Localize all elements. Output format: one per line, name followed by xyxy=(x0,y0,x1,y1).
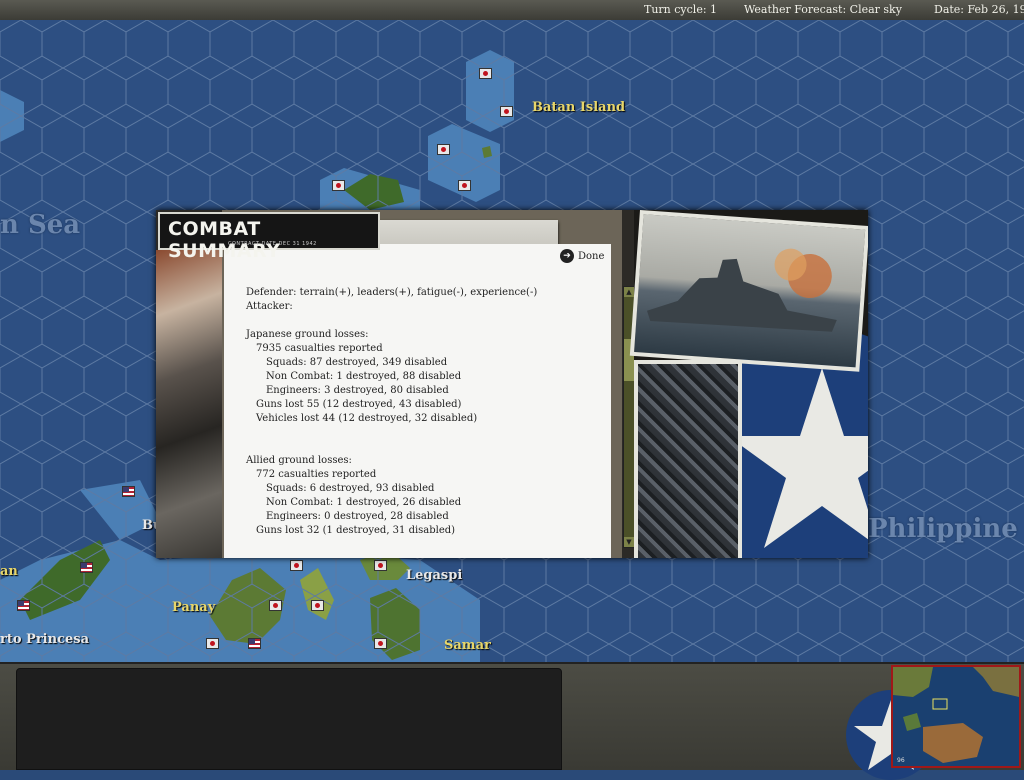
left-photo-collage xyxy=(156,250,222,558)
japanese-casualties: 7935 casualties reported xyxy=(256,343,383,354)
allied-engineers: Engineers: 0 destroyed, 28 disabled xyxy=(266,511,449,522)
weather-forecast: Weather Forecast: Clear sky xyxy=(744,3,902,16)
japanese-unit-flag[interactable] xyxy=(332,180,345,191)
allied-squads: Squads: 6 destroyed, 93 disabled xyxy=(266,483,435,494)
bottom-panel: 96 xyxy=(0,662,1024,780)
scroll-up-arrow-icon[interactable]: ▲ xyxy=(624,287,634,297)
allied-losses-heading: Allied ground losses: xyxy=(246,455,352,466)
allied-non-combat: Non Combat: 1 destroyed, 26 disabled xyxy=(266,497,462,508)
dialog-subtitle: CONTRACT DATE DEC 31 1942 xyxy=(228,241,317,247)
game-date: Date: Feb 26, 1942 xyxy=(934,3,1024,16)
japanese-unit-flag[interactable] xyxy=(500,106,513,117)
place-philippine: Philippine xyxy=(868,514,1018,544)
right-photo-collage xyxy=(629,210,868,558)
japanese-unit-flag[interactable] xyxy=(311,600,324,611)
japanese-unit-flag[interactable] xyxy=(374,638,387,649)
allied-casualties: 772 casualties reported xyxy=(256,469,377,480)
message-box xyxy=(16,668,562,770)
place-batan-island[interactable]: Batan Island xyxy=(532,100,625,115)
japanese-squads: Squads: 87 destroyed, 349 disabled xyxy=(266,357,448,368)
minimap-terrain xyxy=(893,667,1019,766)
japanese-unit-flag[interactable] xyxy=(206,638,219,649)
dialog-title-plate: COMBAT SUMMARY CONTRACT DATE DEC 31 1942 xyxy=(158,212,380,262)
japanese-engineers: Engineers: 3 destroyed, 80 disabled xyxy=(266,385,449,396)
place-puerto-princesa[interactable]: rto Princesa xyxy=(0,632,89,647)
done-label: Done xyxy=(578,250,605,262)
top-status-bar: Turn cycle: 1 Weather Forecast: Clear sk… xyxy=(0,0,1024,21)
japanese-vehicles: Vehicles lost 44 (12 destroyed, 32 disab… xyxy=(256,413,478,424)
place-sea: n Sea xyxy=(0,210,81,240)
place-panay[interactable]: Panay xyxy=(172,600,215,615)
place-samar[interactable]: Samar xyxy=(444,638,491,653)
allied-unit-flag[interactable] xyxy=(248,638,261,649)
turn-cycle: Turn cycle: 1 xyxy=(644,3,718,16)
japanese-unit-flag[interactable] xyxy=(458,180,471,191)
wreckage-photo xyxy=(634,360,742,558)
battleship-icon xyxy=(646,248,837,332)
japanese-unit-flag[interactable] xyxy=(374,560,387,571)
allied-unit-flag[interactable] xyxy=(122,486,135,497)
combat-report: Defender: terrain(+), leaders(+), fatigu… xyxy=(246,286,616,538)
battleship-photo xyxy=(629,210,868,372)
japanese-unit-flag[interactable] xyxy=(269,600,282,611)
japanese-losses-heading: Japanese ground losses: xyxy=(246,329,369,340)
japanese-unit-flag[interactable] xyxy=(290,560,303,571)
minimap-label: 96 xyxy=(897,757,905,764)
japanese-unit-flag[interactable] xyxy=(437,144,450,155)
minimap[interactable]: 96 xyxy=(891,665,1021,768)
japanese-non-combat: Non Combat: 1 destroyed, 88 disabled xyxy=(266,371,462,382)
allied-unit-flag[interactable] xyxy=(80,562,93,573)
scroll-down-arrow-icon[interactable]: ▼ xyxy=(624,537,634,547)
arrow-right-icon: ➔ xyxy=(560,249,574,263)
japanese-guns: Guns lost 55 (12 destroyed, 43 disabled) xyxy=(256,399,462,410)
dialog-title: COMBAT SUMMARY xyxy=(168,218,281,262)
attacker-line: Attacker: xyxy=(246,301,293,312)
defender-line: Defender: terrain(+), leaders(+), fatigu… xyxy=(246,287,538,298)
place-an[interactable]: an xyxy=(0,564,18,579)
japanese-unit-flag[interactable] xyxy=(479,68,492,79)
combat-summary-dialog: COMBAT SUMMARY CONTRACT DATE DEC 31 1942… xyxy=(156,210,868,558)
done-button[interactable]: ➔ Done xyxy=(560,249,604,263)
allied-guns: Guns lost 32 (1 destroyed, 31 disabled) xyxy=(256,525,456,536)
allied-unit-flag[interactable] xyxy=(17,600,30,611)
place-legaspi[interactable]: Legaspi xyxy=(406,568,462,583)
